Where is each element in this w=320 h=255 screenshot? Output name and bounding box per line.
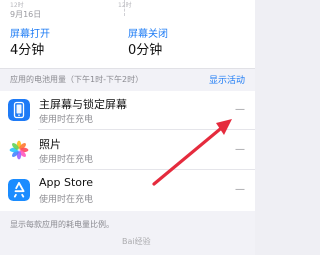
battery-chart-strip: 12时 12时 9月16日	[0, 0, 255, 24]
row-divider	[38, 169, 255, 170]
battery-usage-section-title: 应用的电池用量（下午1时-下午2时）	[10, 75, 144, 84]
battery-footer: 显示每款应用的耗电量比例。	[0, 212, 255, 255]
watermark-text: Bai经验	[122, 237, 151, 246]
app-store-icon	[8, 179, 30, 201]
list-item-app-store[interactable]: App Store 使用时在充电 —	[0, 171, 255, 210]
screen-time-stats: 屏幕打开 4分钟 屏幕关闭 0分钟	[0, 24, 255, 68]
photos-icon	[8, 139, 30, 161]
list-item-home-lock-screen[interactable]: 主屏幕与锁定屏幕 使用时在充电 —	[0, 91, 255, 130]
battery-usage-screen: 12时 12时 9月16日 屏幕打开 4分钟 屏幕关闭 0分钟 应用的电池用量（…	[0, 0, 255, 255]
battery-usage-section-header: 应用的电池用量（下午1时-下午2时） 显示活动	[0, 68, 255, 91]
app-status: 使用时在充电	[39, 155, 94, 165]
screen-on-value: 4分钟	[10, 43, 45, 58]
show-activity-button[interactable]: 显示活动	[209, 73, 245, 86]
app-status: 使用时在充电	[39, 115, 94, 125]
chart-date-label: 9月16日	[10, 10, 42, 19]
screen-on-label: 屏幕打开	[10, 29, 50, 40]
app-name: 主屏幕与锁定屏幕	[39, 98, 127, 111]
app-name: App Store	[39, 176, 94, 189]
row-divider	[38, 129, 255, 130]
screen-off-label: 屏幕关闭	[128, 29, 168, 40]
battery-footer-note: 显示每款应用的耗电量比例。	[10, 220, 114, 229]
phone-icon	[8, 99, 30, 121]
screen-on-stat: 屏幕打开 4分钟	[10, 28, 50, 60]
screen-off-value: 0分钟	[128, 43, 163, 58]
usage-value: —	[235, 104, 245, 115]
list-item-photos[interactable]: 照片 使用时在充电 —	[0, 131, 255, 170]
usage-value: —	[235, 184, 245, 195]
chart-time-label-mid: 12时	[118, 2, 132, 9]
app-status: 使用时在充电	[39, 195, 94, 205]
screen-off-stat: 屏幕关闭 0分钟	[128, 28, 168, 60]
app-name: 照片	[39, 138, 61, 151]
app-battery-list: 主屏幕与锁定屏幕 使用时在充电 — 照片 使用时在充电 — App Store …	[0, 91, 255, 211]
usage-value: —	[235, 144, 245, 155]
chart-time-label-left: 12时	[10, 2, 24, 9]
